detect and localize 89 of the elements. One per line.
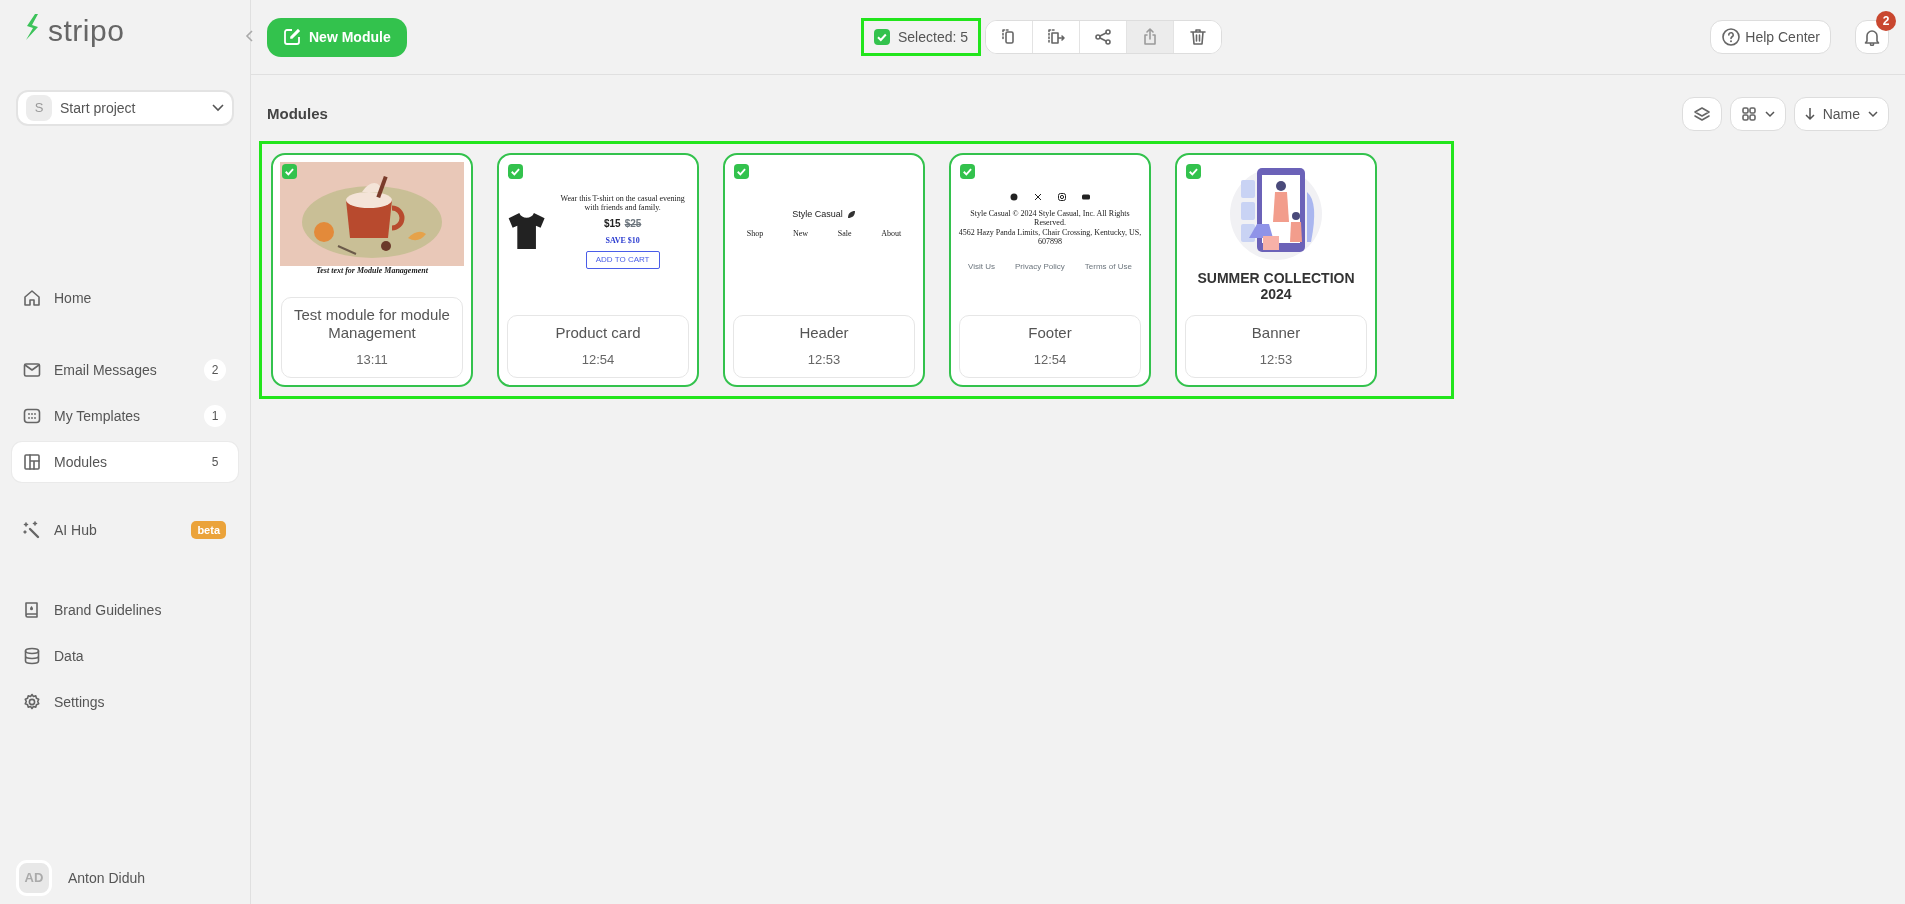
module-card[interactable]: Test text for Module Management Test module for module Management 13:11 xyxy=(271,153,473,387)
footer-link[interactable]: Visit Us xyxy=(968,262,995,272)
menu-link[interactable]: Shop xyxy=(746,229,764,239)
footer-text: 4562 Hazy Panda Limits, Chair Crossing, Kentucky, US, 607898 xyxy=(958,227,1142,247)
item-count: 2 xyxy=(204,359,226,381)
arrow-down-icon xyxy=(1804,107,1815,121)
item-count: 5 xyxy=(210,454,220,471)
menu-link[interactable]: About xyxy=(881,229,902,239)
checkbox[interactable] xyxy=(960,164,975,179)
user-name[interactable]: Anton Diduh xyxy=(68,867,146,889)
nav-item[interactable]: Email Messages 2 xyxy=(12,350,238,390)
logo-text: stripo xyxy=(48,12,125,49)
module-card[interactable]: Style Casual Shop New Sale About Header 12:53 xyxy=(723,153,925,387)
grid-view-icon xyxy=(1740,106,1757,122)
edit-icon xyxy=(283,28,301,46)
user-avatar: AD xyxy=(16,860,52,896)
module-card[interactable]: Style Casual © 2024 Style Casual, Inc. All Rights Reserved. 4562 Hazy Panda Limits, Chair Crossing, Kentucky, US, 607898 Visit Us Privacy Policy Terms of Use Footer 12:54 xyxy=(949,153,1151,387)
youtube-icon xyxy=(1082,193,1090,202)
layout-icon xyxy=(22,452,42,472)
footer-link[interactable]: Privacy Policy xyxy=(1015,262,1065,272)
module-time: 12:53 xyxy=(806,350,842,369)
share-icon xyxy=(1093,27,1114,47)
module-title: Product card xyxy=(554,323,642,342)
selected-count: Selected: 5 xyxy=(898,27,969,47)
product-description: Wear this T-shirt on the casual evening with friends and family. xyxy=(559,193,686,212)
magic-wand-icon xyxy=(22,520,42,540)
instagram-icon xyxy=(1058,193,1066,202)
sort-dropdown[interactable]: Name xyxy=(1793,97,1889,131)
module-title: Test module for module Management xyxy=(293,305,451,342)
help-center-button[interactable]: Help Center xyxy=(1710,20,1831,54)
nav-item[interactable]: Data xyxy=(12,636,238,676)
layers-button[interactable] xyxy=(1681,97,1722,131)
old-price: $25 xyxy=(624,216,642,231)
checkbox[interactable] xyxy=(874,29,890,45)
discount-text: SAVE $10 xyxy=(605,234,640,247)
module-time: 13:11 xyxy=(355,350,389,369)
checkbox[interactable] xyxy=(1186,164,1201,179)
toolbar-button[interactable] xyxy=(986,21,1034,53)
item-count: 1 xyxy=(204,405,226,427)
view-menu-button[interactable] xyxy=(1729,97,1786,131)
module-title: Header xyxy=(798,323,850,342)
nav-item[interactable]: Home xyxy=(12,278,238,318)
checkbox[interactable] xyxy=(508,164,523,179)
checkbox[interactable] xyxy=(734,164,749,179)
facebook-icon xyxy=(1010,193,1018,202)
nav-item[interactable]: AI Hub beta xyxy=(12,510,238,550)
chevron-down-icon xyxy=(1764,110,1775,118)
grid-icon xyxy=(22,406,42,426)
module-card[interactable]: SUMMER COLLECTION 2024 Banner 12:53 xyxy=(1175,153,1377,387)
menu-link[interactable]: Sale xyxy=(837,229,852,239)
module-card[interactable]: Wear this T-shirt on the casual evening with friends and family. $15 $25 SAVE $10 ADD TO CART Product card 12:54 xyxy=(497,153,699,387)
envelope-icon xyxy=(22,360,42,380)
x-logo-icon xyxy=(1034,193,1042,202)
beta-badge: beta xyxy=(191,520,226,540)
chevron-down-icon xyxy=(1868,110,1878,118)
project-dropdown[interactable]: S Start project xyxy=(16,90,234,126)
thumbnail-caption: Test text for Module Management xyxy=(316,266,428,276)
product-price: $15 xyxy=(603,216,621,231)
database-icon xyxy=(22,646,42,666)
bell-icon xyxy=(1863,28,1881,46)
checkbox[interactable] xyxy=(282,164,297,179)
settings-icon xyxy=(22,692,42,712)
module-title: Banner xyxy=(1250,323,1302,342)
project-avatar: S xyxy=(26,95,52,121)
page-title: Modules xyxy=(267,103,328,124)
module-time: 12:53 xyxy=(1258,350,1294,369)
module-title: Footer xyxy=(1027,323,1073,342)
home-icon xyxy=(22,288,42,308)
notification-badge: 2 xyxy=(1876,11,1896,31)
banner-heading: SUMMER COLLECTION 2024 xyxy=(1196,270,1356,303)
footer-text: Style Casual © 2024 Style Casual, Inc. All Rights Reserved. xyxy=(969,209,1131,228)
move-out-icon xyxy=(1046,27,1067,47)
module-time: 12:54 xyxy=(1032,350,1068,369)
chevron-down-icon xyxy=(212,104,224,112)
help-icon xyxy=(1721,27,1742,47)
footer-link[interactable]: Terms of Use xyxy=(1084,262,1132,272)
project-name: Start project xyxy=(60,98,137,118)
add-to-cart-button[interactable]: ADD TO CART xyxy=(585,250,660,269)
brand-name: Style Casual xyxy=(792,207,843,221)
nav-item[interactable]: Modules 5 xyxy=(12,442,238,482)
nav-item[interactable]: My Templates 1 xyxy=(12,396,238,436)
nav-item[interactable]: Brand Guidelines xyxy=(12,590,238,630)
module-time: 12:54 xyxy=(580,350,616,369)
nav-item[interactable]: Settings xyxy=(12,682,238,722)
collapse-icon[interactable] xyxy=(245,29,255,43)
layers-icon xyxy=(1692,105,1711,124)
menu-link[interactable]: New xyxy=(792,229,809,239)
leaf-icon xyxy=(846,210,856,220)
trash-icon xyxy=(1187,27,1208,47)
